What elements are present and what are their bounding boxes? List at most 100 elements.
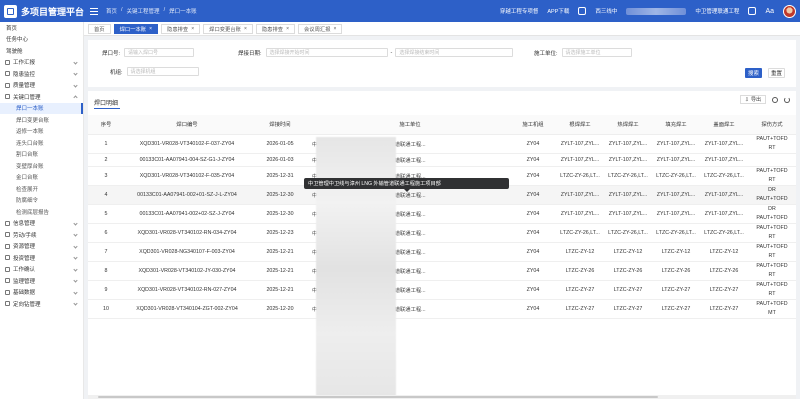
weld-no-input[interactable]: 请输入焊口号 bbox=[124, 48, 195, 57]
tab[interactable]: 隐患排查 × bbox=[161, 23, 201, 34]
sidebar-item-label: 关键口管理 bbox=[13, 94, 41, 101]
sidebar-item[interactable]: 质量管理 bbox=[0, 80, 83, 92]
sidebar-item-label: 资源管理 bbox=[13, 244, 36, 251]
table-cell: ZY04 bbox=[510, 153, 556, 167]
close-icon[interactable]: × bbox=[286, 26, 289, 32]
tab[interactable]: 焊口变更台账 × bbox=[203, 23, 253, 34]
tab-label: 会议周汇报 bbox=[304, 26, 331, 33]
table-row[interactable]: 6 XQD301-VR028-VT340102-RN-034-ZY04 2025-1… bbox=[88, 223, 796, 243]
column-header: 焊口编号 bbox=[124, 115, 250, 135]
notification-icon[interactable] bbox=[578, 7, 587, 15]
table-cell: 7 bbox=[88, 242, 124, 262]
reset-button[interactable]: 重置 bbox=[768, 68, 785, 78]
tab[interactable]: 隐患排查 × bbox=[255, 23, 295, 34]
sidebar-item[interactable]: 金口台账 bbox=[0, 172, 83, 184]
chevron-down-icon bbox=[73, 266, 78, 272]
tab[interactable]: 会议周汇报 × bbox=[298, 23, 343, 34]
unit-select[interactable]: 请选择施工单位 bbox=[561, 48, 632, 57]
close-icon[interactable]: × bbox=[149, 26, 152, 32]
sidebar-item[interactable]: 防腐细令 bbox=[0, 195, 83, 207]
table-cell: ZY04 bbox=[510, 242, 556, 262]
sidebar-item[interactable]: 基础数据 bbox=[0, 287, 83, 299]
sidebar-item[interactable]: 隐患监控 bbox=[0, 68, 83, 80]
sidebar-item[interactable]: 变壁厚台账 bbox=[0, 160, 83, 172]
sidebar-item[interactable]: 返修一本账 bbox=[0, 126, 83, 138]
tab[interactable]: 首页 bbox=[88, 23, 111, 34]
header-actions: 穿越工程专项督 APP下载 西三线中 中卫管理联通工程 Aa bbox=[500, 0, 796, 22]
search-button[interactable]: 搜索 bbox=[745, 68, 762, 78]
sidebar-item[interactable]: 割口台账 bbox=[0, 149, 83, 161]
tab[interactable]: 焊口一本账 × bbox=[113, 23, 159, 34]
sidebar-item-label: 返修一本账 bbox=[16, 129, 44, 136]
weld-no-filter: 焊口号: 请输入焊口号 bbox=[102, 48, 195, 57]
menu-toggle-icon[interactable] bbox=[90, 7, 98, 15]
sidebar-item[interactable]: 任务中心 bbox=[0, 34, 83, 46]
column-header: 盖面焊工 bbox=[700, 115, 748, 135]
weld-table: 序号 焊口编号 焊接时间 施工单位 施工机组 根焊焊工 热焊焊工 填充焊工 盖面焊工 探伤方式 1… bbox=[88, 115, 796, 319]
sidebar-item[interactable]: 劳动/手续 bbox=[0, 229, 83, 241]
table-cell: 6 bbox=[88, 223, 124, 243]
horizontal-scrollbar[interactable] bbox=[88, 395, 796, 399]
fullscreen-icon[interactable] bbox=[748, 7, 757, 15]
table-cell: ZYLT-107,ZYL... bbox=[556, 134, 604, 154]
table-cell: LTZC-ZY-26,LT... bbox=[604, 166, 652, 186]
table-cell: 00133C01-AA07941-004-SZ-G1-J-ZY04 bbox=[124, 153, 250, 167]
table-cell: XQD301-VR028-NG340107-F-003-ZY04 bbox=[124, 242, 250, 262]
table-row[interactable]: 7 XQD301-VR028-NG340107-F-003-ZY04 2025-12… bbox=[88, 242, 796, 262]
header-link-app-download[interactable]: APP下载 bbox=[547, 7, 569, 15]
sidebar-item[interactable]: 焊口一本账 bbox=[0, 102, 83, 114]
user-name: 西三线中 bbox=[595, 9, 618, 15]
table-cell: XQD301-VR028-VT340102-JY-030-ZY04 bbox=[124, 261, 250, 281]
breadcrumb-section[interactable]: 关键工程管理 bbox=[127, 7, 160, 15]
table-cell: LTZC-ZY-27 bbox=[604, 280, 652, 300]
table-row[interactable]: 10 XQD301-VR028-VT340104-ZGT-002-ZY04 2025… bbox=[88, 299, 796, 319]
tab-label: 焊口变更台账 bbox=[209, 26, 241, 33]
close-icon[interactable]: × bbox=[334, 26, 337, 32]
project-selector[interactable]: 中卫管理联通工程 bbox=[695, 7, 739, 15]
table-row[interactable]: 5 00133C01-AA07941-002+02-SZ-J-ZY04 2025-1… bbox=[88, 204, 796, 224]
header-link-crossing[interactable]: 穿越工程专项督 bbox=[500, 7, 539, 15]
sidebar-item[interactable]: 首页 bbox=[0, 22, 83, 34]
crew-filter: 机组: 请选择机组 bbox=[110, 67, 199, 76]
search-icon[interactable] bbox=[772, 96, 778, 103]
sidebar-item[interactable]: 驾驶舱 bbox=[0, 45, 83, 57]
sidebar-item[interactable]: 连头口台账 bbox=[0, 137, 83, 149]
table-cell: 2025-12-30 bbox=[250, 204, 310, 224]
app-logo[interactable]: 多项目管理平台 bbox=[0, 4, 84, 18]
crew-select[interactable]: 请选择机组 bbox=[126, 67, 199, 76]
table-cell: LTZC-ZY-26,LT... bbox=[700, 166, 748, 186]
table-panel: 焊口明细 ⇩ 导出 序号 焊口编号 焊接时间 施工单位 施工机组 根焊焊工 热焊焊工 填充焊工… bbox=[88, 91, 796, 399]
sidebar-item[interactable]: 工作汇报 bbox=[0, 57, 83, 69]
sidebar-item[interactable]: 检查展开 bbox=[0, 183, 83, 195]
unit-tooltip: 中卫管理中卫线与漳州 LNG 外输管道联通工程施工项目部 bbox=[304, 178, 509, 192]
sidebar-item[interactable]: 检测底层报告 bbox=[0, 206, 83, 218]
export-button[interactable]: ⇩ 导出 bbox=[739, 95, 766, 104]
sidebar-item[interactable]: 工作确认 bbox=[0, 264, 83, 276]
date-end-input[interactable]: 选择焊接结束时间 bbox=[395, 48, 514, 57]
table-row[interactable]: 1 XQD301-VR028-VT340102-F-037-ZY04 2026-01… bbox=[88, 134, 796, 154]
sidebar-item[interactable]: 信息管理 bbox=[0, 218, 83, 230]
table-cell: 3 bbox=[88, 166, 124, 186]
sidebar-item[interactable]: 关键口管理 bbox=[0, 91, 83, 103]
table-cell: LTZC-ZY-26 bbox=[604, 261, 652, 281]
table-cell: 2 bbox=[88, 153, 124, 167]
table-cell: ZY04 bbox=[510, 185, 556, 205]
tab-label: 隐患排查 bbox=[261, 26, 284, 33]
date-start-input[interactable]: 选择焊接开始时间 bbox=[265, 48, 388, 57]
table-cell: 2025-12-23 bbox=[250, 223, 310, 243]
table-row[interactable]: 2 00133C01-AA07941-004-SZ-G1-J-ZY04 2026-0… bbox=[88, 153, 796, 167]
close-icon[interactable]: × bbox=[244, 26, 247, 32]
sidebar-item[interactable]: 投资管理 bbox=[0, 252, 83, 264]
font-size-icon[interactable]: Aa bbox=[765, 8, 774, 15]
table-row[interactable]: 8 XQD301-VR028-VT340102-JY-030-ZY04 2025-1… bbox=[88, 261, 796, 281]
sidebar-item[interactable]: 定向钻管理 bbox=[0, 298, 83, 310]
close-icon[interactable]: × bbox=[191, 26, 194, 32]
column-header: 热焊焊工 bbox=[604, 115, 652, 135]
sidebar-item[interactable]: 焊口变更台账 bbox=[0, 114, 83, 126]
avatar[interactable] bbox=[783, 4, 796, 18]
refresh-icon[interactable] bbox=[784, 96, 790, 103]
table-row[interactable]: 9 XQD301-VR028-VT340102-RN-027-ZY04 2025-1… bbox=[88, 280, 796, 300]
breadcrumb-home[interactable]: 首页 bbox=[106, 7, 117, 15]
sidebar-item[interactable]: 监理管理 bbox=[0, 275, 83, 287]
sidebar-item[interactable]: 资源管理 bbox=[0, 241, 83, 253]
